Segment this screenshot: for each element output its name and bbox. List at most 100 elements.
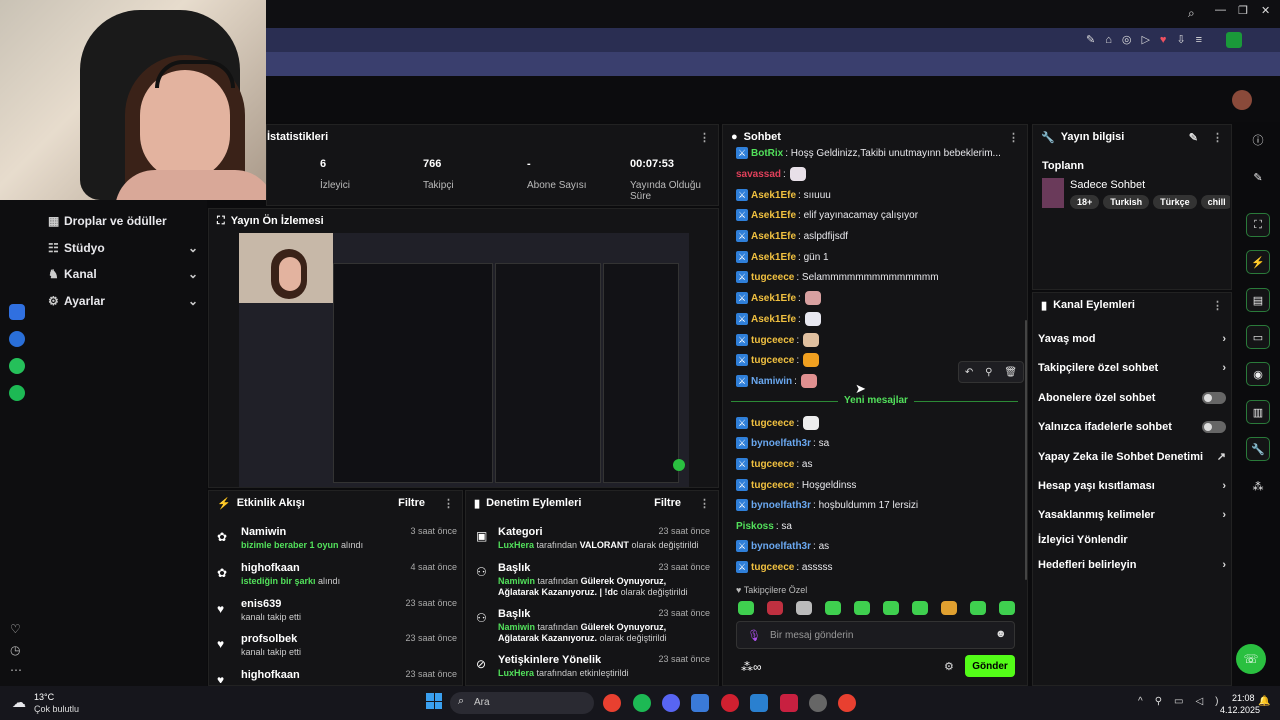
chat-username[interactable]: savassad xyxy=(736,169,781,180)
more-vertical-icon[interactable]: ⋮ xyxy=(1212,131,1223,144)
action-followers-only[interactable]: Takipçilere özel sohbet › xyxy=(1038,362,1226,374)
more-vertical-icon[interactable]: ⋮ xyxy=(1212,299,1223,312)
heart-icon[interactable]: ♡ xyxy=(10,622,21,636)
chat-username[interactable]: tugceece xyxy=(751,335,794,346)
points-icon[interactable]: ⁂∞ xyxy=(741,660,762,674)
whatsapp-icon[interactable] xyxy=(9,358,25,374)
tag: 18+ xyxy=(1070,195,1100,209)
more-vertical-icon[interactable]: ⋮ xyxy=(699,497,710,510)
nav-drops[interactable]: ▦ Droplar ve ödüller xyxy=(48,211,198,231)
chat-username[interactable]: bynoelfath3r xyxy=(751,500,811,511)
bolt-icon[interactable]: ⚡ xyxy=(1246,250,1270,274)
info-icon[interactable]: ⓘ xyxy=(1246,128,1270,152)
tray-icons[interactable]: ^⚲▭◁) xyxy=(1138,696,1231,707)
chat-username[interactable]: Namiwin xyxy=(751,376,792,387)
emoji-icon[interactable]: ☻ xyxy=(995,628,1007,640)
spotify-icon[interactable] xyxy=(9,385,25,401)
action-banned-words[interactable]: Yasaklanmış kelimeler › xyxy=(1038,509,1226,521)
gear-icon[interactable]: ⚙ xyxy=(944,660,954,673)
weather-desc: Çok bulutlu xyxy=(34,704,80,714)
chat-username[interactable]: tugceece xyxy=(751,418,794,429)
pin-icon[interactable]: ⚲ xyxy=(985,367,992,378)
chat-username[interactable]: Piskoss xyxy=(736,521,774,532)
broadcast-icon[interactable]: ◉ xyxy=(1246,362,1270,386)
chat-scrollbar[interactable] xyxy=(1025,320,1027,580)
action-emote-only[interactable]: Yalnızca ifadelerle sohbet xyxy=(1038,421,1226,433)
edit-icon[interactable]: ✎ xyxy=(1189,131,1198,144)
chat-username[interactable]: tugceece xyxy=(751,480,794,491)
notification-icon[interactable]: 🔔 xyxy=(1258,696,1270,707)
action-ai-moderation[interactable]: Yapay Zeka ile Sohbet Denetimi ↗ xyxy=(1038,450,1226,464)
apps-icon[interactable]: ⁂ xyxy=(1246,474,1270,498)
chat-username[interactable]: Asek1Efe xyxy=(751,293,796,304)
more-icon[interactable]: ⋯ xyxy=(10,663,22,677)
messenger-icon[interactable] xyxy=(9,331,25,347)
avatar[interactable] xyxy=(1232,90,1252,110)
stream-preview-video[interactable] xyxy=(239,233,689,487)
chat-username[interactable]: Asek1Efe xyxy=(751,314,796,325)
chrome-taskbar-icon[interactable] xyxy=(603,694,621,712)
start-button[interactable] xyxy=(426,693,442,709)
nav-channel[interactable]: ♞ Kanal ⌄ xyxy=(48,264,198,284)
activity-filter-button[interactable]: Filtre xyxy=(398,497,425,509)
discord-taskbar-icon[interactable] xyxy=(662,694,680,712)
chat-username[interactable]: Asek1Efe xyxy=(751,231,796,242)
action-slow-mode[interactable]: Yavaş mod › xyxy=(1038,333,1226,345)
app-taskbar-icon[interactable] xyxy=(691,694,709,712)
chrome-taskbar-icon[interactable] xyxy=(838,694,856,712)
badge-icon: ⚔ xyxy=(736,334,748,346)
chat-username[interactable]: bynoelfath3r xyxy=(751,541,811,552)
maximize-button[interactable]: ❐ xyxy=(1238,4,1248,17)
app-icon[interactable] xyxy=(9,304,25,320)
action-raid[interactable]: İzleyici Yönlendir xyxy=(1038,534,1226,546)
chat-username[interactable]: tugceece xyxy=(751,562,794,573)
address-bar[interactable]: ✎⌂◎▷♥⇩≡ xyxy=(266,28,1280,52)
moderation-filter-button[interactable]: Filtre xyxy=(654,497,681,509)
send-button[interactable]: Gönder xyxy=(965,655,1015,677)
chat-message: Piskoss: sa xyxy=(736,518,792,534)
more-vertical-icon[interactable]: ⋮ xyxy=(699,131,710,144)
action-subs-only[interactable]: Abonelere özel sohbet xyxy=(1038,392,1226,404)
chat-username[interactable]: BotRix xyxy=(751,148,783,159)
extension-icons[interactable]: ✎⌂◎▷♥⇩≡ xyxy=(1086,33,1212,46)
taskbar-search[interactable]: ⌕ Ara xyxy=(450,692,594,714)
chat-username[interactable]: tugceece xyxy=(751,355,794,366)
emote-only-toggle[interactable] xyxy=(1202,421,1226,433)
wrench-icon: 🔧 xyxy=(1041,131,1055,144)
chat-username[interactable]: bynoelfath3r xyxy=(751,438,811,449)
subs-only-toggle[interactable] xyxy=(1202,392,1226,404)
spotify-taskbar-icon[interactable] xyxy=(633,694,651,712)
reply-icon[interactable]: ↶ xyxy=(965,367,973,378)
app-taskbar-icon[interactable] xyxy=(780,694,798,712)
mic-icon[interactable]: 🎙 xyxy=(747,629,761,642)
edit-icon[interactable]: ✎ xyxy=(1246,165,1270,189)
opera-taskbar-icon[interactable] xyxy=(721,694,739,712)
delete-icon[interactable]: 🗑 xyxy=(1004,367,1017,378)
app-taskbar-icon[interactable] xyxy=(809,694,827,712)
chat-username[interactable]: Asek1Efe xyxy=(751,210,796,221)
emote-bar[interactable] xyxy=(738,601,1028,618)
close-button[interactable]: ✕ xyxy=(1261,4,1270,17)
chat-username[interactable]: tugceece xyxy=(751,272,794,283)
app-taskbar-icon[interactable] xyxy=(750,694,768,712)
minimize-button[interactable]: — xyxy=(1215,4,1226,16)
help-icon[interactable]: ☏ xyxy=(1236,644,1266,674)
chat-username[interactable]: Asek1Efe xyxy=(751,252,796,263)
preview-toggle-icon[interactable]: ⛶ xyxy=(1246,213,1270,237)
wrench-icon[interactable]: 🔧 xyxy=(1246,437,1270,461)
action-account-age[interactable]: Hesap yaşı kısıtlaması › xyxy=(1038,480,1226,492)
action-goals[interactable]: Hedefleri belirleyin › xyxy=(1038,559,1226,571)
chat-bubble-icon[interactable]: ▭ xyxy=(1246,325,1270,349)
nav-studio[interactable]: ☷ Stüdyo ⌄ xyxy=(48,238,198,258)
profile-icon[interactable] xyxy=(1226,32,1242,48)
chat-username[interactable]: tugceece xyxy=(751,459,794,470)
moderation-icon[interactable]: ▥ xyxy=(1246,400,1270,424)
chat-username[interactable]: Asek1Efe xyxy=(751,190,796,201)
chat-input[interactable]: 🎙 Bir mesaj gönderin ☻ xyxy=(736,621,1015,649)
clock-icon[interactable]: ◷ xyxy=(10,643,20,657)
nav-settings[interactable]: ⚙ Ayarlar ⌄ xyxy=(48,291,198,311)
document-icon[interactable]: ▤ xyxy=(1246,288,1270,312)
search-icon[interactable]: ⌕ xyxy=(1188,6,1195,21)
more-vertical-icon[interactable]: ⋮ xyxy=(1008,131,1019,144)
more-vertical-icon[interactable]: ⋮ xyxy=(443,497,454,510)
